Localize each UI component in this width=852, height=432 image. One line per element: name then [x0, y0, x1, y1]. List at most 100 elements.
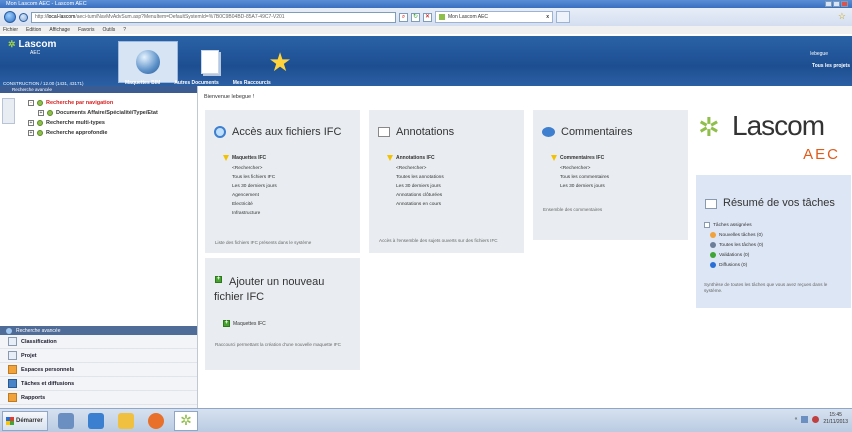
- network-icon[interactable]: [801, 415, 809, 423]
- current-user[interactable]: lebegue: [810, 51, 828, 57]
- card-comments-section[interactable]: Commentaires IFC: [551, 155, 609, 161]
- menu-item-taches[interactable]: Tâches et diffusions: [0, 377, 197, 391]
- link-infrastructure[interactable]: Infrastructure: [223, 209, 277, 218]
- all-tasks-icon: [710, 242, 716, 248]
- resume-title: Résumé de vos tâches: [723, 197, 835, 209]
- menu-item-projet[interactable]: Projet: [0, 349, 197, 363]
- stop-icon[interactable]: ✕: [423, 12, 432, 22]
- link-tous-commentaires[interactable]: Tous les commentaires: [551, 173, 609, 182]
- favorites-star-icon[interactable]: ☆: [838, 11, 846, 22]
- link-agencement[interactable]: Agencement: [223, 191, 277, 200]
- link-rechercher[interactable]: <Rechercher>: [387, 164, 444, 173]
- tray-arrow-icon[interactable]: «: [795, 416, 798, 422]
- card-annotations-title: Annotations: [396, 126, 455, 138]
- back-button[interactable]: [4, 11, 16, 23]
- tree-item-label: Recherche approfondie: [46, 130, 108, 136]
- add-icon: +: [215, 276, 222, 283]
- start-button[interactable]: Démarrer: [2, 410, 48, 431]
- resume-item-diffusions[interactable]: Diffusions (0): [704, 260, 763, 270]
- card-ajouter: + Ajouter un nouveau fichier IFC + Maque…: [205, 258, 360, 370]
- link-rechercher[interactable]: <Rechercher>: [223, 164, 277, 173]
- new-tab-button[interactable]: [556, 11, 570, 23]
- close-button[interactable]: [841, 1, 848, 7]
- taskbar-lascom-icon[interactable]: ✲: [174, 410, 198, 431]
- forward-button[interactable]: [19, 12, 28, 22]
- logo-text: Lascom: [732, 110, 825, 141]
- window-title: Mon Lascom AEC - Lascom AEC: [6, 1, 87, 7]
- menu-item-classification[interactable]: Classification: [0, 335, 197, 349]
- resume-item-validations[interactable]: Validations (0): [704, 250, 763, 260]
- menu-outils[interactable]: Outils: [102, 27, 115, 33]
- tile-mes-raccourcis[interactable]: ★: [250, 41, 310, 83]
- search-icon[interactable]: ⌕: [399, 12, 408, 22]
- context-label: CONSTRUCTION / 12.00 (1431, 43171): [3, 80, 84, 86]
- taskbar-firefox-icon[interactable]: [144, 411, 168, 431]
- menu-item-espaces[interactable]: Espaces personnels: [0, 363, 197, 377]
- link-30-jours[interactable]: Les 30 derniers jours: [223, 182, 277, 191]
- refresh-icon[interactable]: ↻: [411, 12, 420, 22]
- address-bar[interactable]: http://local-lascom/aeci-tum/NavMvAdvSum…: [31, 11, 396, 23]
- card-ifc-section[interactable]: Maquettes IFC: [223, 155, 277, 161]
- validation-icon: [710, 252, 716, 258]
- add-small-icon: +: [223, 320, 230, 327]
- window-titlebar: Mon Lascom AEC - Lascom AEC: [0, 0, 852, 8]
- taskbar-app-icon[interactable]: [84, 411, 108, 431]
- taskbar-user-icon[interactable]: [54, 411, 78, 431]
- menu-help[interactable]: ?: [123, 27, 126, 33]
- expand-icon[interactable]: +: [38, 110, 44, 116]
- menu-affichage[interactable]: Affichage: [49, 27, 70, 33]
- search-tree: - Recherche par navigation + Documents A…: [28, 98, 158, 138]
- resume-item-toutes[interactable]: Toutes les tâches (0): [704, 240, 763, 250]
- tab-close-icon[interactable]: x: [546, 14, 549, 20]
- tree-item-navigation[interactable]: - Recherche par navigation: [28, 98, 158, 108]
- card-comments-desc: Ensemble des commentaires: [543, 207, 603, 212]
- link-electricite[interactable]: Electricité: [223, 200, 277, 209]
- folder-icon: [8, 365, 17, 374]
- resume-item-nouvelles[interactable]: Nouvelles tâches (0): [704, 230, 763, 240]
- link-30-jours[interactable]: Les 30 derniers jours: [387, 182, 444, 191]
- link-tous-fichiers[interactable]: Tous les fichiers IFC: [223, 173, 277, 182]
- tile-autres-documents[interactable]: [180, 41, 240, 83]
- tile-maquettes-bim[interactable]: [118, 41, 178, 83]
- resume-desc: Synthèse de toutes les tâches que vous a…: [704, 282, 828, 293]
- expand-icon[interactable]: +: [28, 130, 34, 136]
- project-icon: [8, 351, 17, 360]
- browser-toolbar: http://local-lascom/aeci-tum/NavMvAdvSum…: [0, 8, 852, 26]
- tree-item-documents[interactable]: + Documents Affaire/Spécialité/Type/Etat: [28, 108, 158, 118]
- menu-favoris[interactable]: Favoris: [78, 27, 94, 33]
- menu-edition[interactable]: Edition: [26, 27, 41, 33]
- tree-item-multi-types[interactable]: + Recherche multi-types: [28, 118, 158, 128]
- link-toutes-annotations[interactable]: Toutes les annotations: [387, 173, 444, 182]
- link-en-cours[interactable]: Annotations en cours: [387, 200, 444, 209]
- left-menu-header[interactable]: Recherche avancée: [0, 326, 197, 335]
- project-filter[interactable]: Tous les projets: [812, 63, 850, 69]
- browser-tab[interactable]: Mon Lascom AEC x: [435, 11, 553, 23]
- tree-item-label: Documents Affaire/Spécialité/Type/Etat: [56, 110, 158, 116]
- tab-favicon-icon: [439, 14, 445, 20]
- card-ifc: Accès aux fichiers IFC Maquettes IFC <Re…: [205, 110, 360, 253]
- volume-icon[interactable]: [812, 415, 820, 423]
- maximize-button[interactable]: [833, 1, 840, 7]
- clock[interactable]: 15:45 21/11/2013: [823, 412, 848, 426]
- link-cloturees[interactable]: Annotations clôturées: [387, 191, 444, 200]
- link-rechercher[interactable]: <Rechercher>: [551, 164, 609, 173]
- card-add-title-1: Ajouter un nouveau: [229, 276, 325, 288]
- link-add-maquette[interactable]: + Maquettes IFC: [223, 320, 266, 327]
- resume-section[interactable]: Tâches assignées: [704, 220, 763, 230]
- menu-item-rapports[interactable]: Rapports: [0, 391, 197, 405]
- expand-icon[interactable]: -: [28, 100, 34, 106]
- link-30-jours[interactable]: Les 30 derniers jours: [551, 182, 609, 191]
- tasks-summary-icon: [705, 199, 717, 209]
- menu-fichier[interactable]: Fichier: [3, 27, 18, 33]
- tree-item-label: Recherche multi-types: [46, 120, 105, 126]
- menu-item-label: Projet: [21, 352, 37, 359]
- card-add-desc: Raccourci permettant la création d'une n…: [215, 342, 341, 347]
- panel-side-tab[interactable]: [2, 98, 15, 124]
- expand-icon[interactable]: +: [28, 120, 34, 126]
- node-icon: [37, 130, 43, 136]
- card-annotations-section[interactable]: Annotations IFC: [387, 155, 444, 161]
- diffusion-icon: [710, 262, 716, 268]
- taskbar-folder-icon[interactable]: [114, 411, 138, 431]
- minimize-button[interactable]: [825, 1, 832, 7]
- tree-item-approfondie[interactable]: + Recherche approfondie: [28, 128, 158, 138]
